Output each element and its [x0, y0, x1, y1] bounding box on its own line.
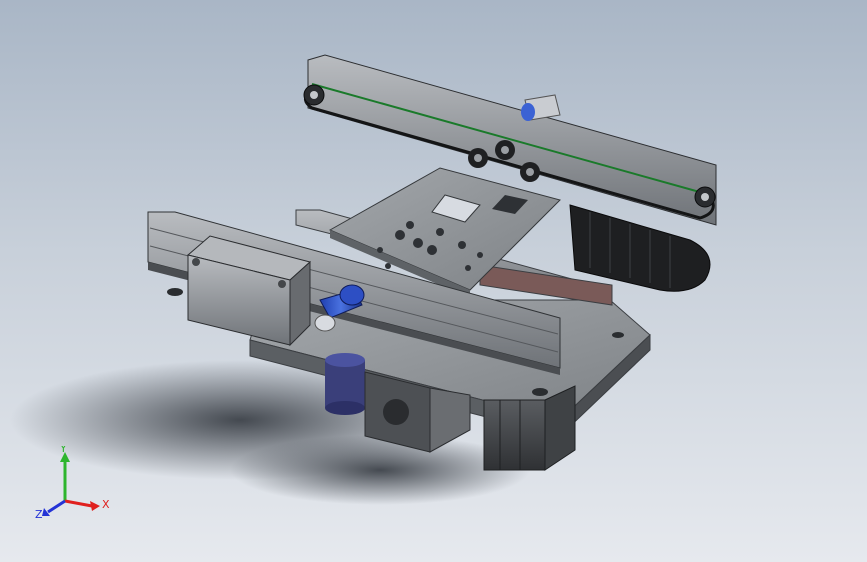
- cable-drag-chain[interactable]: [569, 204, 711, 292]
- x-axis-label: X: [102, 498, 110, 511]
- graphics-viewport[interactable]: Y X Z: [0, 0, 867, 562]
- z-axis-label: Z: [35, 508, 43, 521]
- top-coupling[interactable]: [521, 94, 561, 121]
- orientation-triad: Y X Z: [35, 446, 110, 521]
- lower-motor[interactable]: [325, 353, 365, 415]
- x-axis-icon: [64, 499, 93, 508]
- z-axis-icon: [47, 499, 66, 514]
- y-axis-label: Y: [59, 446, 67, 455]
- cad-model-assembly[interactable]: [0, 0, 867, 562]
